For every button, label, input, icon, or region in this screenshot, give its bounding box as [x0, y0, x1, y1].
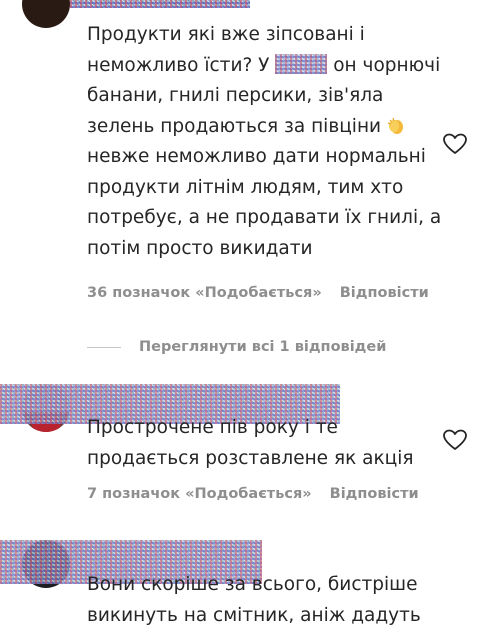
divider-line	[87, 346, 121, 348]
like-heart-icon[interactable]	[442, 132, 468, 156]
view-replies-button[interactable]: Переглянути всі 1 відповідей	[87, 337, 386, 357]
comment-meta: 36 позначок «Подобається» Відповісти	[87, 285, 429, 301]
comment-text: Прострочене пів року і те продається роз…	[87, 417, 414, 469]
reply-button[interactable]: Відповісти	[330, 486, 419, 502]
reply-button[interactable]: Відповісти	[340, 285, 429, 301]
likes-count-link[interactable]: 7 позначок «Подобається»	[87, 486, 312, 502]
avatar[interactable]	[22, 0, 70, 28]
likes-count-link[interactable]: 36 позначок «Подобається»	[87, 285, 322, 301]
comment-text: Продукти які вже зіпсовані і неможливо ї…	[87, 24, 442, 259]
username-redacted[interactable]	[70, 0, 250, 8]
redacted-store-name	[275, 53, 328, 74]
like-heart-icon[interactable]	[442, 428, 468, 452]
comment-text: Вони скоріше за всього, бистріше викинут…	[87, 574, 421, 626]
clapping-hands-emoji	[387, 115, 405, 134]
comment-meta: 7 позначок «Подобається» Відповісти	[87, 486, 419, 502]
